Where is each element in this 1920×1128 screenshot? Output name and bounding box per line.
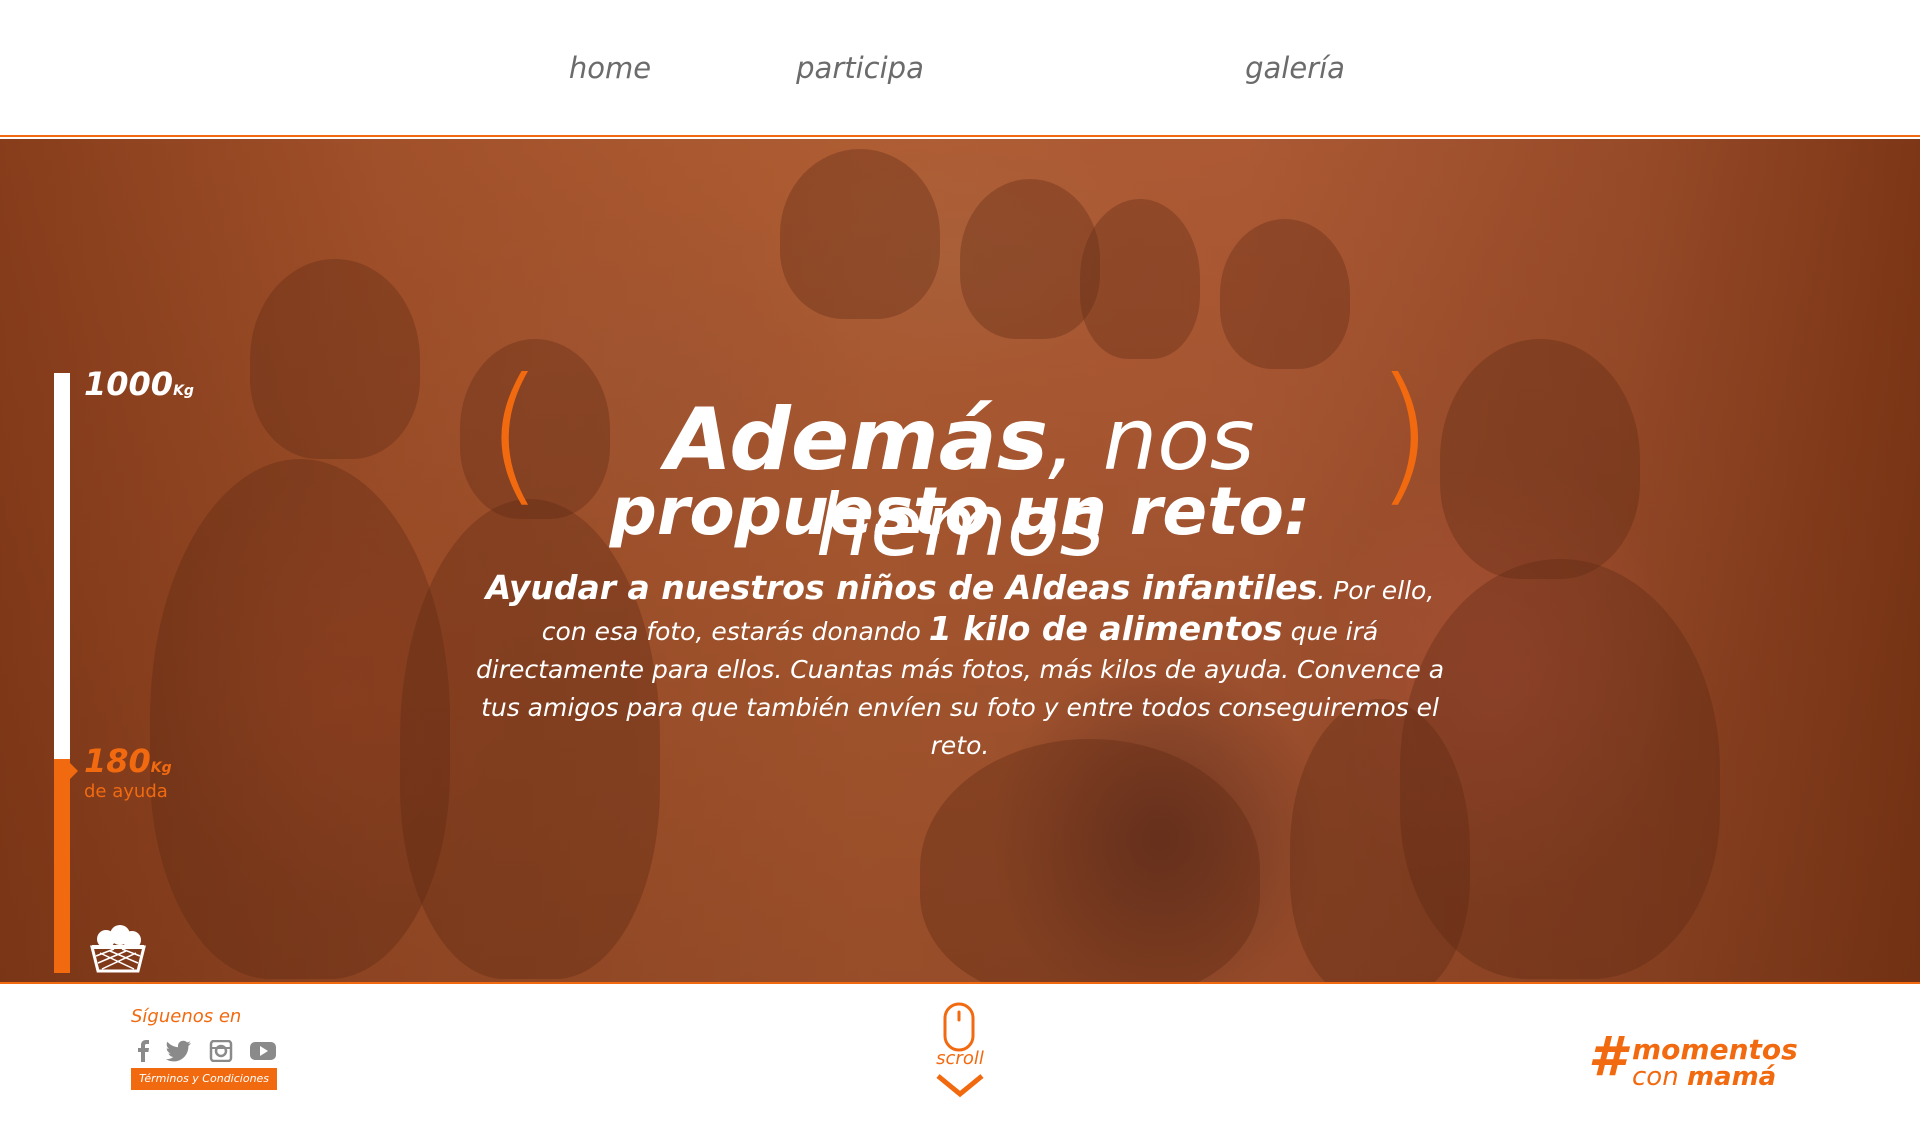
nav-item-el-reto[interactable]: el reto [990,44,1170,92]
open-parenthesis: ( [485,347,544,521]
follow-us-label: Síguenos en [131,1006,242,1027]
close-parenthesis: ) [1375,347,1434,521]
footer: Síguenos en Términos y Condiciones scrol… [0,982,1920,1128]
twitter-icon[interactable] [166,1040,192,1062]
progress-gauge-marker [66,759,78,783]
gauge-current-label: de ayuda [84,781,168,802]
gauge-current-value: 180Kg [84,742,172,780]
terms-and-conditions-link[interactable]: Términos y Condiciones [131,1068,277,1090]
scroll-label[interactable]: scroll [928,1048,992,1069]
basket-icon [90,925,146,973]
nav-item-el-reto-label: el reto [1033,51,1127,85]
momentos-con-mama-logo: # momentos con mamá [1588,1025,1798,1092]
headline-line-2: propuesto un reto: [609,473,1311,550]
nav-item-home[interactable]: home [560,44,660,92]
hero-section: 1000Kg 180Kg de ayuda ( ) Además, nos he… [0,139,1920,982]
facebook-icon[interactable] [131,1040,157,1062]
nav-item-participa[interactable]: participa [795,44,925,92]
gauge-max-value: 1000Kg [84,365,194,403]
chevron-down-icon[interactable] [936,1074,984,1098]
top-nav: home participa el reto galería [0,0,1920,137]
challenge-description: Ayudar a nuestros niños de Aldeas infant… [475,568,1445,761]
progress-gauge-fill [54,759,70,973]
instagram-icon[interactable] [208,1040,234,1062]
youtube-icon[interactable] [250,1040,276,1062]
nav-item-galeria[interactable]: galería [1245,44,1345,92]
